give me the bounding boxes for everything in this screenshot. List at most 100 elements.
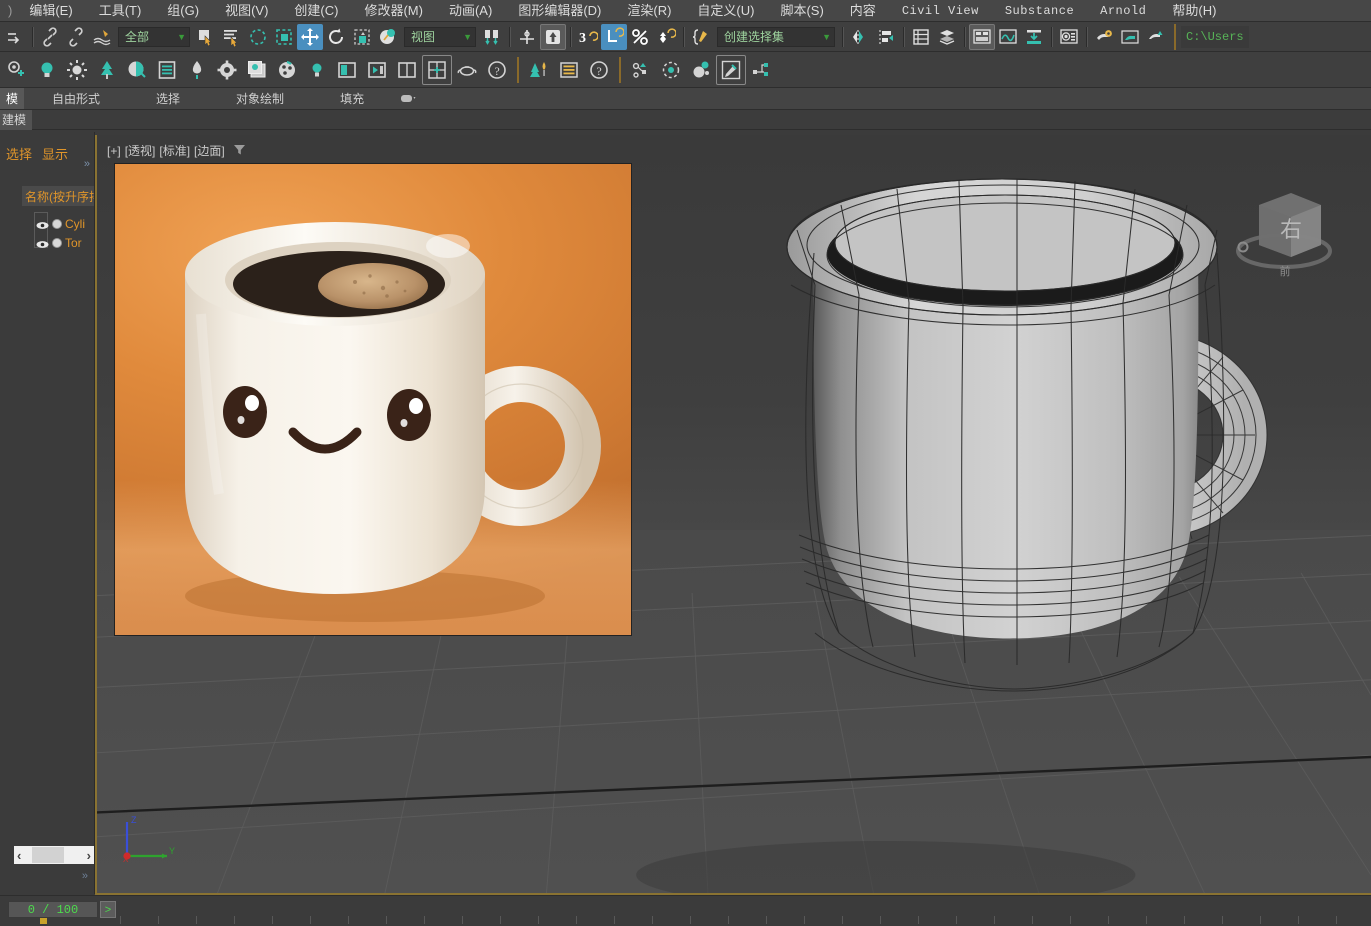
- menu-item-substance[interactable]: Substance: [992, 0, 1087, 22]
- images-icon[interactable]: [242, 55, 272, 85]
- ribbon-tab-freeform[interactable]: 自由形式: [24, 88, 128, 109]
- menu-item-views[interactable]: 视图(V): [212, 0, 281, 22]
- rect-selection-region-button[interactable]: [245, 24, 271, 50]
- funnel-icon[interactable]: [233, 143, 246, 159]
- trees-two-icon[interactable]: [524, 55, 554, 85]
- ribbon-dropdown-button[interactable]: [392, 88, 424, 109]
- menu-item-tools[interactable]: 工具(T): [86, 0, 155, 22]
- rendered-frame-window-button[interactable]: [1117, 24, 1143, 50]
- explorer-tab-display[interactable]: 显示: [36, 144, 72, 163]
- menu-item-create[interactable]: 创建(C): [281, 0, 351, 22]
- select-link-button[interactable]: [37, 24, 63, 50]
- ribbon-subtab-modeling[interactable]: 建模: [0, 109, 33, 130]
- file-path-field[interactable]: C:\Users: [1181, 25, 1249, 48]
- add-object-icon[interactable]: [2, 55, 32, 85]
- scroll-left-arrow-icon[interactable]: ‹: [17, 848, 21, 863]
- menu-item-arnold[interactable]: Arnold: [1087, 0, 1159, 22]
- tree-single-icon[interactable]: [182, 55, 212, 85]
- viewport-label-standard[interactable]: [标准]: [159, 142, 190, 159]
- scroll-right-arrow-icon[interactable]: ›: [87, 848, 91, 863]
- explorer-collapse-chevron-icon[interactable]: »: [82, 870, 88, 882]
- menu-item-animation[interactable]: 动画(A): [436, 0, 505, 22]
- timeline-bar[interactable]: [0, 895, 1371, 911]
- placement-tool-button[interactable]: [375, 24, 401, 50]
- spinner-snap-button[interactable]: [653, 24, 679, 50]
- eye-icon[interactable]: [36, 218, 49, 229]
- explorer-column-header-name[interactable]: 名称(按升序排: [22, 186, 94, 206]
- select-and-rotate-button[interactable]: [323, 24, 349, 50]
- ribbon-tab-selection[interactable]: 选择: [128, 88, 208, 109]
- timeline-current-marker[interactable]: [40, 917, 47, 924]
- menu-item-group[interactable]: 组(G): [154, 0, 212, 22]
- explorer-expand-chevron-icon[interactable]: »: [84, 158, 90, 170]
- teapot-icon[interactable]: [452, 55, 482, 85]
- particles-icon[interactable]: [626, 55, 656, 85]
- viewport-label-edged-faces[interactable]: [边面]: [194, 142, 225, 159]
- viewcube[interactable]: 右 前: [1229, 183, 1339, 293]
- menu-item-graph-editors[interactable]: 图形编辑器(D): [505, 0, 614, 22]
- menu-item-civil-view[interactable]: Civil View: [889, 0, 992, 22]
- pivot-center-button[interactable]: [514, 24, 540, 50]
- menu-item-modifiers[interactable]: 修改器(M): [351, 0, 436, 22]
- selection-filter-combo[interactable]: 全部 ▼: [118, 26, 190, 47]
- mirror-button[interactable]: [847, 24, 873, 50]
- reference-image-plane[interactable]: [114, 163, 632, 636]
- align-button[interactable]: [873, 24, 899, 50]
- panel-icon[interactable]: [332, 55, 362, 85]
- layer-explorer-button[interactable]: [908, 24, 934, 50]
- question-icon[interactable]: ?: [482, 55, 512, 85]
- bulb-small-icon[interactable]: [302, 55, 332, 85]
- reference-coordinate-combo[interactable]: 视图 ▼: [404, 26, 476, 47]
- quad-view-icon[interactable]: [422, 54, 452, 85]
- named-selection-set-combo[interactable]: 创建选择集 ▼: [717, 26, 835, 47]
- tree-icon[interactable]: [92, 55, 122, 85]
- angle-snap-button[interactable]: [601, 23, 627, 50]
- perspective-viewport[interactable]: [+] [透视] [标准] [边面] 右 前 Z Y X: [95, 135, 1371, 895]
- paint-brush-icon[interactable]: [716, 54, 746, 85]
- frame-go-button[interactable]: >: [100, 901, 116, 918]
- scrollbar-thumb[interactable]: [32, 847, 64, 863]
- percent-snap-button[interactable]: [627, 24, 653, 50]
- unlink-button[interactable]: [63, 24, 89, 50]
- material-editor-button[interactable]: [1056, 24, 1082, 50]
- snap-toggle-button[interactable]: 3: [575, 24, 601, 50]
- question-2-icon[interactable]: ?: [584, 55, 614, 85]
- menu-item-rendering[interactable]: 渲染(R): [614, 0, 684, 22]
- doc-lines-icon[interactable]: [152, 55, 182, 85]
- explorer-row-cylinder[interactable]: Cyli: [22, 214, 94, 233]
- schematic-view-button[interactable]: [1021, 24, 1047, 50]
- redo-button[interactable]: [2, 24, 28, 50]
- select-and-scale-button[interactable]: [349, 24, 375, 50]
- physics-icon[interactable]: [686, 55, 716, 85]
- bind-space-warp-button[interactable]: [89, 24, 115, 50]
- use-center-flyout-button[interactable]: [479, 24, 505, 50]
- menu-item-help[interactable]: 帮助(H): [1159, 0, 1229, 22]
- explorer-horizontal-scrollbar[interactable]: ‹ ›: [14, 846, 94, 864]
- menu-app-icon[interactable]: ): [4, 0, 16, 22]
- select-object-button[interactable]: [193, 24, 219, 50]
- select-and-manipulate-button[interactable]: [540, 23, 566, 50]
- toggle-ribbon-button[interactable]: [969, 23, 995, 50]
- split-panel-icon[interactable]: [392, 55, 422, 85]
- freeze-toggle-icon[interactable]: [52, 218, 62, 229]
- edit-named-selection-button[interactable]: [688, 24, 714, 50]
- explorer-tab-select[interactable]: 选择: [0, 144, 36, 163]
- ribbon-tab-modeling[interactable]: 模: [0, 88, 25, 109]
- sun-icon[interactable]: [62, 55, 92, 85]
- ribbon-tab-populate[interactable]: 填充: [312, 88, 392, 109]
- lines-list-icon[interactable]: [554, 55, 584, 85]
- palette-icon[interactable]: [272, 55, 302, 85]
- current-frame-field[interactable]: 0 / 100: [8, 901, 98, 918]
- menu-item-customize[interactable]: 自定义(U): [684, 0, 767, 22]
- menu-item-scripting[interactable]: 脚本(S): [767, 0, 836, 22]
- explorer-row-torus[interactable]: Tor: [22, 233, 94, 252]
- menu-item-edit[interactable]: 编辑(E): [16, 0, 85, 22]
- viewport-label-perspective[interactable]: [透视]: [125, 142, 156, 159]
- viewport-label[interactable]: [+] [透视] [标准] [边面]: [107, 142, 246, 159]
- play-panel-icon[interactable]: [362, 55, 392, 85]
- select-by-name-button[interactable]: [219, 24, 245, 50]
- scene-explorer-button[interactable]: [934, 24, 960, 50]
- window-crossing-button[interactable]: [271, 24, 297, 50]
- eye-icon[interactable]: [36, 237, 49, 248]
- eye-target-icon[interactable]: [656, 55, 686, 85]
